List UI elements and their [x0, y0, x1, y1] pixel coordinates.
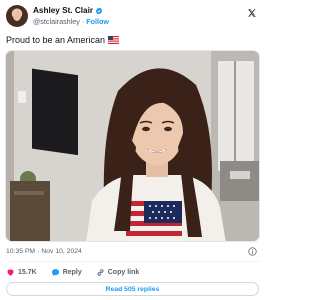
author-handle-row: @stclairashley · Follow	[33, 17, 109, 26]
tweet-date[interactable]: Nov 10, 2024	[41, 248, 81, 255]
reply-button[interactable]: Reply	[51, 268, 82, 277]
x-logo-icon[interactable]	[247, 8, 257, 18]
author-name-row: Ashley St. Clair	[33, 5, 103, 16]
like-count: 15.7K	[18, 268, 37, 276]
verified-badge-icon	[95, 7, 103, 14]
copy-link-button[interactable]: Copy link	[96, 268, 140, 277]
action-bar: 15.7K Reply Copy link	[6, 266, 153, 278]
follow-button[interactable]: Follow	[86, 17, 109, 26]
tweet-card: Ashley St. Clair @stclairashley · Follow…	[0, 0, 265, 300]
speech-bubble-icon	[51, 268, 59, 276]
like-button[interactable]: 15.7K	[6, 268, 37, 277]
avatar-face	[13, 11, 21, 21]
author-handle[interactable]: @stclairashley	[33, 17, 80, 26]
tweet-photo[interactable]	[5, 50, 260, 242]
copy-link-label: Copy link	[107, 268, 140, 276]
author-avatar[interactable]	[6, 5, 28, 27]
author-display-name[interactable]: Ashley St. Clair	[33, 6, 93, 15]
handle-separator: ·	[81, 17, 85, 26]
tweet-text: Proud to be an American	[6, 35, 120, 45]
tweet-meta: 10:35 PM · Nov 10, 2024	[6, 248, 82, 255]
info-icon[interactable]	[248, 247, 257, 256]
photo-illustration	[6, 51, 259, 241]
heart-icon	[7, 269, 14, 276]
divider	[6, 261, 259, 262]
link-icon	[97, 268, 104, 276]
tweet-time[interactable]: 10:35 PM	[6, 248, 35, 255]
tweet-text-content: Proud to be an American	[6, 35, 106, 45]
us-flag-emoji-icon	[108, 36, 120, 44]
reply-label: Reply	[62, 268, 82, 276]
read-replies-button[interactable]: Read 505 replies	[6, 282, 259, 296]
meta-separator: ·	[37, 248, 40, 255]
